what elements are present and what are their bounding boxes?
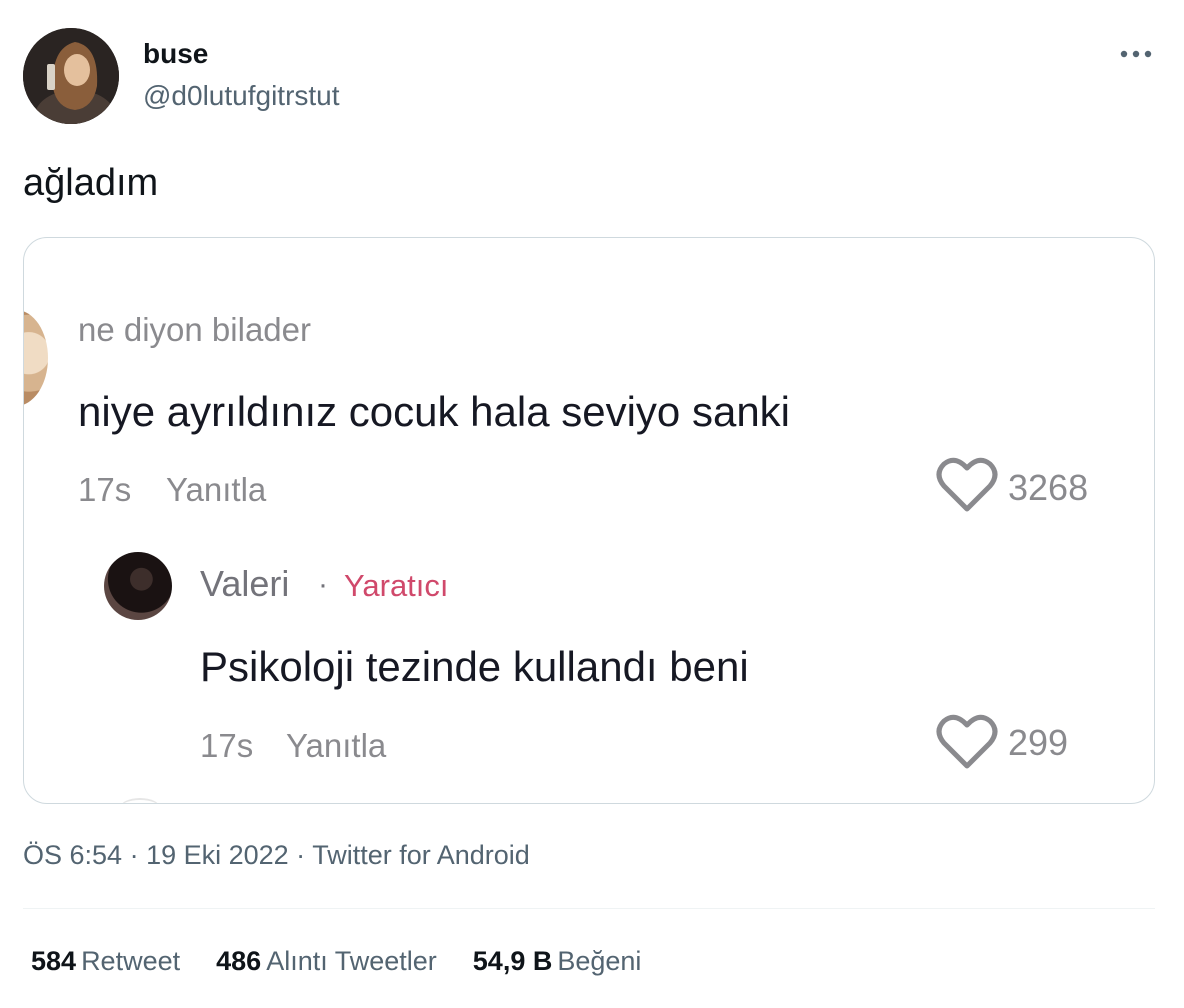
reply-avatar xyxy=(104,552,172,620)
comment-reply-label: Yanıtla xyxy=(166,471,267,508)
reply-like-count: 299 xyxy=(1008,722,1069,763)
stat-label: Retweet xyxy=(81,946,181,976)
tweet-date[interactable]: 19 Eki 2022 xyxy=(146,840,289,870)
tweet-media-image[interactable]: ne diyon bilader niye ayrıldınız cocuk h… xyxy=(23,237,1155,804)
likes-link[interactable]: 54,9 B Beğeni xyxy=(473,946,642,977)
comment-time: 17s xyxy=(78,471,132,508)
heart-icon xyxy=(936,457,998,512)
stat-count: 486 xyxy=(216,946,262,976)
reply-separator: · xyxy=(318,568,328,601)
stat-label: Beğeni xyxy=(557,946,642,976)
reply-text: Psikoloji tezinde kullandı beni xyxy=(200,643,749,690)
heart-icon xyxy=(936,714,998,769)
more-options-button[interactable] xyxy=(1116,40,1156,68)
stat-label: Alıntı Tweetler xyxy=(266,946,437,976)
commenter-avatar xyxy=(24,310,48,406)
next-comment-avatar-edge xyxy=(120,798,160,803)
tweet-time[interactable]: ÖS 6:54 xyxy=(23,840,122,870)
comment-username: ne diyon bilader xyxy=(78,311,311,348)
reply-reply-label: Yanıtla xyxy=(286,727,387,764)
quote-tweets-link[interactable]: 486 Alıntı Tweetler xyxy=(216,946,437,977)
stat-count: 54,9 B xyxy=(472,946,553,976)
comment-like-count: 3268 xyxy=(1008,467,1089,508)
avatar-photo xyxy=(23,28,119,124)
tweet-meta: ÖS 6:54 · 19 Eki 2022 · Twitter for Andr… xyxy=(23,840,530,871)
stat-count: 584 xyxy=(31,946,77,976)
meta-separator: · xyxy=(122,840,147,870)
more-horizontal-icon xyxy=(1120,50,1152,58)
meta-separator: · xyxy=(288,840,313,870)
author-avatar[interactable] xyxy=(23,28,119,124)
tweet-stats: 584 Retweet 486 Alıntı Tweetler 54,9 B Beğeni xyxy=(31,946,677,977)
retweet-count-link[interactable]: 584 Retweet xyxy=(31,946,180,977)
tweet-text: ağladım xyxy=(23,162,159,204)
reply-username: Valeri xyxy=(200,563,290,604)
tweet-source[interactable]: Twitter for Android xyxy=(312,840,530,870)
divider xyxy=(23,908,1155,909)
creator-badge: Yaratıcı xyxy=(344,568,449,603)
author-handle[interactable]: @d0lutufgitrstut xyxy=(143,80,340,112)
comment-text: niye ayrıldınız cocuk hala seviyo sanki xyxy=(78,388,791,435)
reply-time: 17s xyxy=(200,727,254,764)
author-display-name[interactable]: buse xyxy=(143,38,208,70)
